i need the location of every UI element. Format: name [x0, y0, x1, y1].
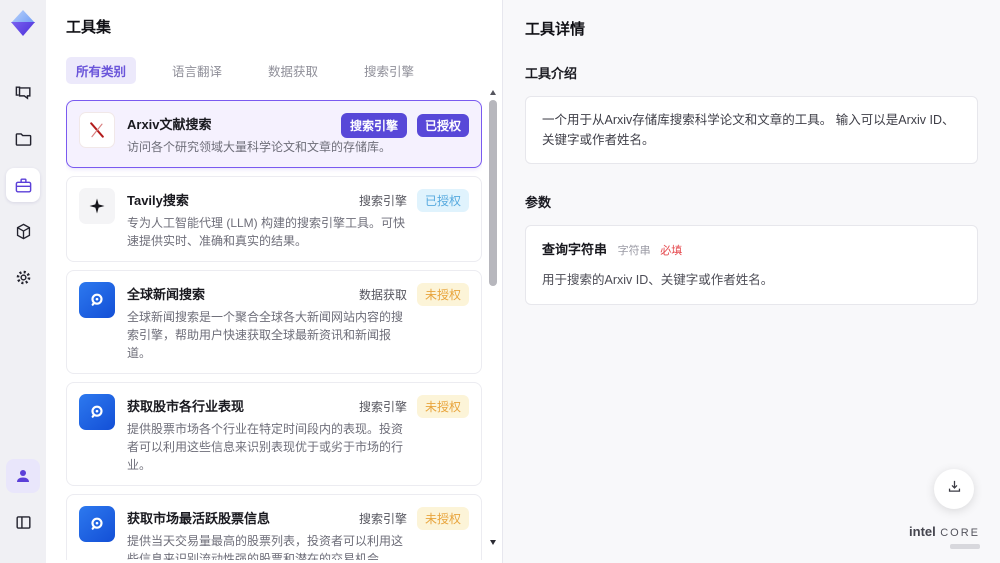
param-name: 查询字符串: [542, 242, 608, 257]
tool-card[interactable]: Tavily搜索 专为人工智能代理 (LLM) 构建的搜索引擎工具。可快速提供实…: [66, 176, 482, 262]
tool-card[interactable]: 获取股市各行业表现 提供股票市场各个行业在特定时间段内的表现。投资者可以利用这些…: [66, 382, 482, 486]
tool-description: 访问各个研究领域大量科学论文和文章的存储库。: [127, 140, 392, 154]
brand-core-text: CORE: [940, 527, 980, 539]
panel-layout-icon: [14, 513, 33, 532]
scroll-down-icon[interactable]: [490, 540, 496, 545]
user-icon: [14, 467, 32, 485]
params-heading: 参数: [525, 195, 552, 210]
tool-card[interactable]: 获取市场最活跃股票信息 提供当天交易量最高的股票列表，投资者可以利用这些信息来识…: [66, 494, 482, 560]
sidebar-item-chat[interactable]: [6, 76, 40, 110]
tool-description: 专为人工智能代理 (LLM) 构建的搜索引擎工具。可快速提供实时、准确和真实的结…: [127, 216, 406, 248]
tool-detail-panel: 工具详情 工具介绍 一个用于从Arxiv存储库搜索科学论文和文章的工具。 输入可…: [503, 0, 1000, 563]
folder-icon: [14, 130, 33, 149]
sparkle-icon: [79, 188, 115, 224]
tool-category-tag: 搜索引擎: [340, 113, 407, 138]
tool-description: 提供当天交易量最高的股票列表，投资者可以利用这些信息来识别流动性强的股票和潜在的…: [127, 534, 404, 560]
category-tabs: 所有类别 语言翻译 数据获取 搜索引擎: [66, 57, 502, 84]
param-type: 字符串: [617, 245, 651, 257]
category-tab[interactable]: 语言翻译: [162, 57, 232, 84]
tool-auth-badge: 未授权: [416, 283, 469, 306]
page-title: 工具集: [66, 19, 112, 36]
download-button[interactable]: [934, 469, 974, 509]
scroll-up-icon[interactable]: [490, 90, 496, 95]
tool-auth-badge: 未授权: [416, 395, 469, 418]
gear-icon: [14, 268, 33, 287]
tool-auth-badge: 已授权: [416, 114, 469, 137]
download-icon: [946, 478, 963, 500]
cube-icon: [14, 222, 33, 241]
intro-card: 一个用于从Arxiv存储库搜索科学论文和文章的工具。 输入可以是Arxiv ID…: [525, 96, 978, 164]
sidebar-item-settings[interactable]: [6, 260, 40, 294]
param-card: 查询字符串 字符串 必填 用于搜索的Arxiv ID、关键字或作者姓名。: [525, 225, 978, 305]
tool-auth-badge: 已授权: [416, 189, 469, 212]
blue-search-icon: [79, 394, 115, 430]
sidebar-item-packages[interactable]: [6, 214, 40, 248]
detail-title: 工具详情: [525, 21, 586, 38]
tool-list: Arxiv文献搜索 访问各个研究领域大量科学论文和文章的存储库。 搜索引擎 已授…: [66, 100, 482, 560]
list-scrollbar[interactable]: [489, 88, 497, 547]
app-window: 工具集 所有类别 语言翻译 数据获取 搜索引擎 Arxiv文献搜索 访问各个研究领域大…: [0, 0, 1000, 563]
brand-intel-text: intel: [909, 524, 936, 539]
tool-category-tag: 数据获取: [358, 288, 407, 302]
intro-text: 一个用于从Arxiv存储库搜索科学论文和文章的工具。 输入可以是Arxiv ID…: [542, 113, 955, 147]
category-tab[interactable]: 搜索引擎: [354, 57, 424, 84]
intro-heading: 工具介绍: [525, 66, 578, 81]
briefcase-icon: [14, 176, 33, 195]
scrollbar-thumb[interactable]: [489, 100, 497, 286]
tool-auth-badge: 未授权: [416, 507, 469, 530]
arxiv-icon: [79, 112, 115, 148]
sidebar-item-tools[interactable]: [6, 168, 40, 202]
blue-search-icon: [79, 282, 115, 318]
tool-category-tag: 搜索引擎: [358, 400, 407, 414]
tool-card[interactable]: 全球新闻搜索 全球新闻搜索是一个聚合全球各大新闻网站内容的搜索引擎，帮助用户快速…: [66, 270, 482, 374]
tool-card[interactable]: Arxiv文献搜索 访问各个研究领域大量科学论文和文章的存储库。 搜索引擎 已授…: [66, 100, 482, 168]
brand-bar: [950, 544, 980, 549]
tool-description: 全球新闻搜索是一个聚合全球各大新闻网站内容的搜索引擎，帮助用户快速获取全球最新资…: [127, 310, 404, 360]
tool-description: 提供股票市场各个行业在特定时间段内的表现。投资者可以利用这些信息来识别表现优于或…: [127, 422, 404, 472]
tool-list-panel: 工具集 所有类别 语言翻译 数据获取 搜索引擎 Arxiv文献搜索 访问各个研究领域大…: [46, 0, 503, 563]
chat-icon: [14, 84, 33, 103]
intel-core-logo: intel CORE: [909, 523, 980, 549]
sidebar-item-profile[interactable]: [6, 459, 40, 493]
param-head: 查询字符串 字符串 必填: [542, 240, 961, 261]
blue-search-icon: [79, 506, 115, 542]
sidebar-item-files[interactable]: [6, 122, 40, 156]
param-required-badge: 必填: [660, 245, 683, 257]
param-description: 用于搜索的Arxiv ID、关键字或作者姓名。: [542, 272, 774, 287]
category-tab[interactable]: 数据获取: [258, 57, 328, 84]
sidebar: [0, 0, 46, 563]
category-tab[interactable]: 所有类别: [66, 57, 137, 84]
sidebar-item-panel-toggle[interactable]: [6, 505, 40, 539]
tool-category-tag: 搜索引擎: [358, 512, 407, 526]
tool-category-tag: 搜索引擎: [358, 194, 407, 208]
app-logo-icon: [8, 8, 38, 38]
